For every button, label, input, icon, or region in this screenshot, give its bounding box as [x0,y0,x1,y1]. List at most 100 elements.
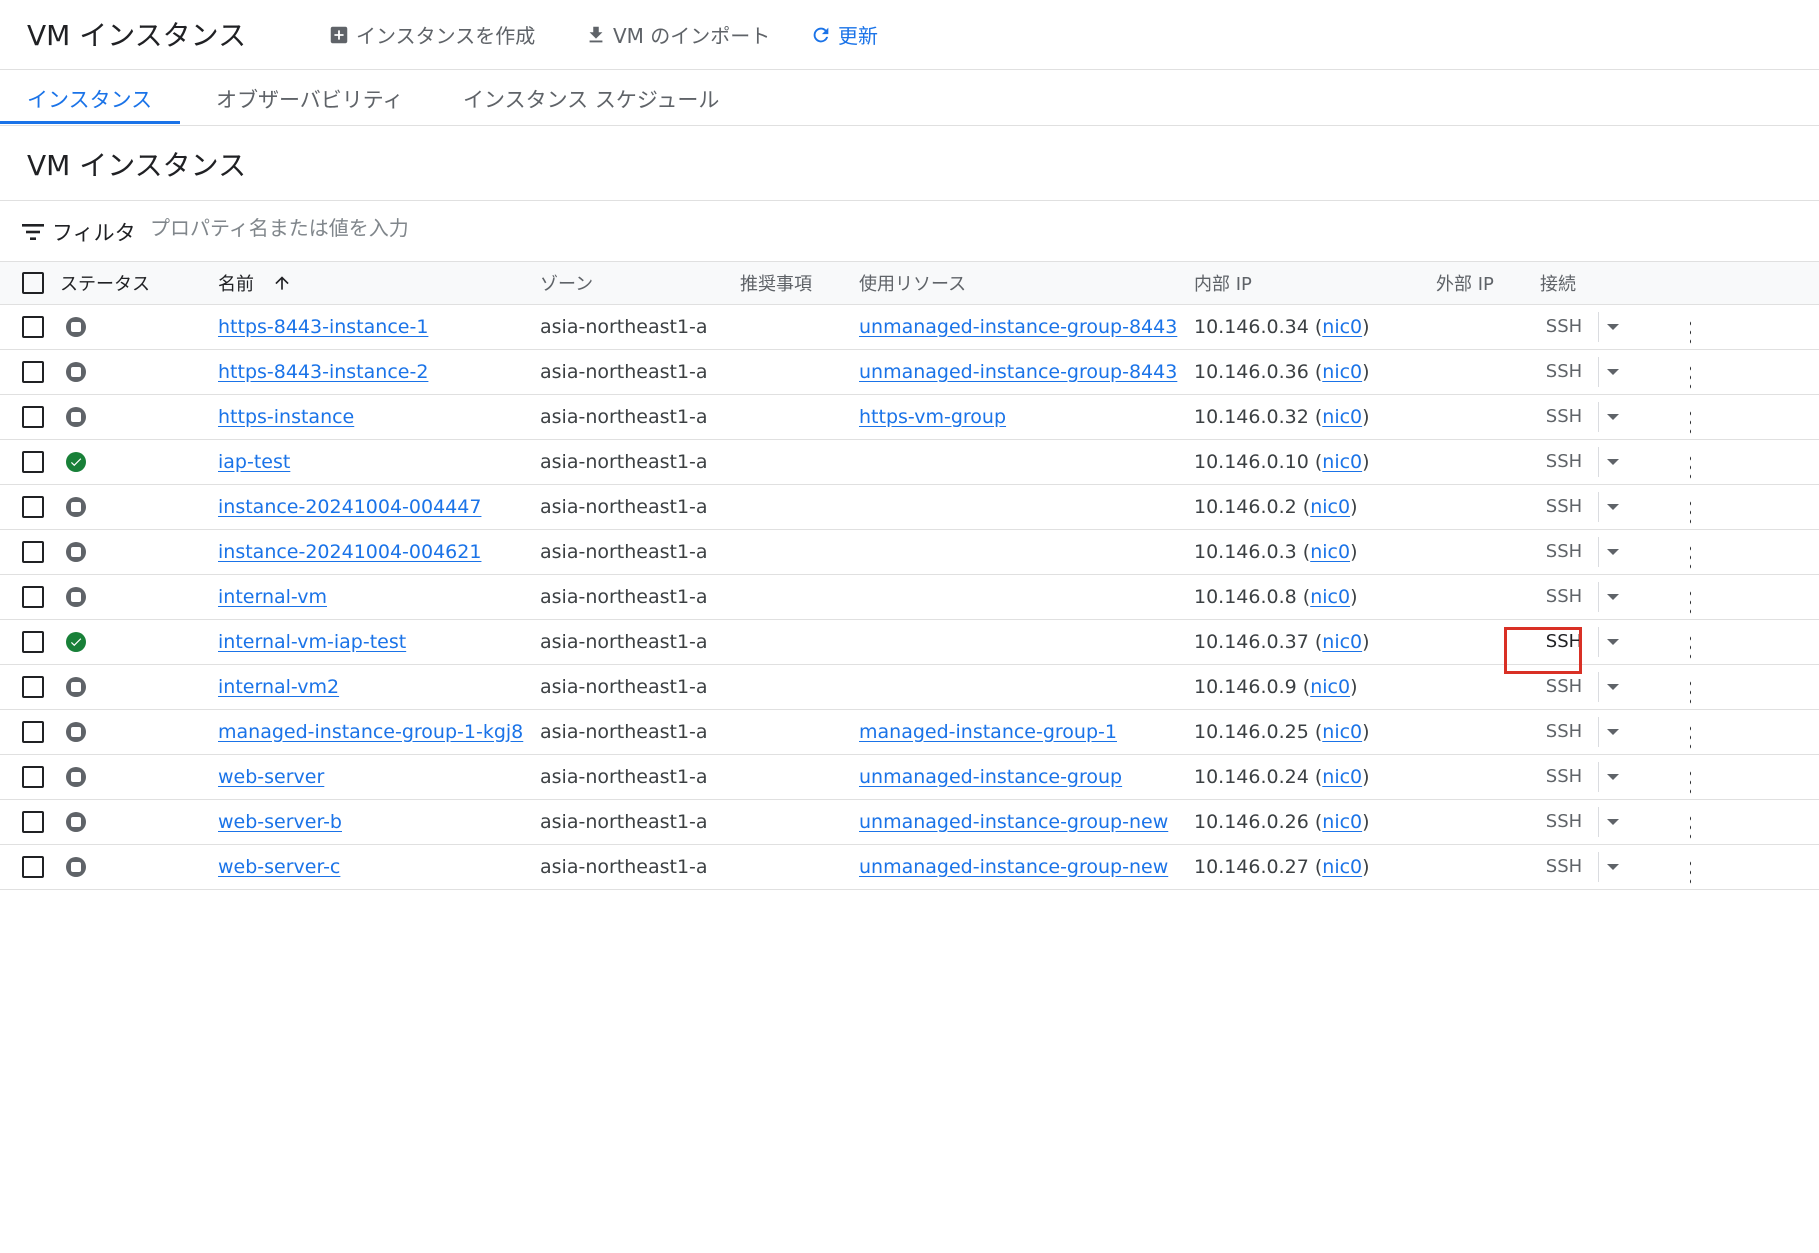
more-actions-icon[interactable] [1690,861,1691,884]
more-actions-icon[interactable] [1690,681,1691,704]
more-actions-icon[interactable] [1690,816,1691,839]
instance-name-link[interactable]: instance-20241004-004447 [218,496,481,518]
internal-ip-value: 10.146.0.36 [1194,360,1309,383]
nic-link[interactable]: nic0 [1310,676,1350,698]
more-actions-icon[interactable] [1690,411,1691,434]
ssh-button[interactable]: SSH [1530,631,1598,652]
instance-name-link[interactable]: https-8443-instance-1 [218,316,428,338]
instance-name-link[interactable]: managed-instance-group-1-kgj8 [218,721,523,743]
more-actions-icon[interactable] [1690,636,1691,659]
column-header-recommendation[interactable]: 推奨事項 [740,262,859,304]
column-header-external-ip[interactable]: 外部 IP [1436,262,1540,304]
ssh-button[interactable]: SSH [1530,811,1598,832]
instance-name-link[interactable]: web-server [218,766,324,788]
ssh-dropdown-icon[interactable] [1607,323,1619,330]
ssh-button[interactable]: SSH [1530,541,1598,562]
instance-name-link[interactable]: web-server-c [218,856,340,878]
ssh-button[interactable]: SSH [1530,676,1598,697]
more-actions-icon[interactable] [1690,321,1691,344]
in-use-by-link[interactable]: unmanaged-instance-group-8443 [859,316,1177,338]
instance-name-link[interactable]: instance-20241004-004621 [218,541,481,563]
ssh-dropdown-icon[interactable] [1607,548,1619,555]
more-actions-icon[interactable] [1690,726,1691,749]
nic-link[interactable]: nic0 [1322,316,1362,338]
instance-name-link[interactable]: internal-vm2 [218,676,339,698]
instance-name-link[interactable]: https-instance [218,406,354,428]
internal-ip-cell: 10.146.0.2 (nic0) [1194,495,1358,518]
recommendation-cell [740,574,859,619]
in-use-by-link[interactable]: unmanaged-instance-group-new [859,811,1168,833]
ssh-dropdown-icon[interactable] [1607,638,1619,645]
more-actions-icon[interactable] [1690,366,1691,389]
more-actions-icon[interactable] [1690,591,1691,614]
nic-link[interactable]: nic0 [1310,541,1350,563]
more-actions-icon[interactable] [1690,771,1691,794]
ssh-button[interactable]: SSH [1530,451,1598,472]
column-header-name[interactable]: 名前 [218,262,540,304]
import-vm-button[interactable]: VM のインポート [585,20,770,49]
more-actions-icon[interactable] [1690,501,1691,524]
active-tab-indicator [0,121,180,124]
in-use-by-link[interactable]: unmanaged-instance-group-8443 [859,361,1177,383]
ssh-divider [1598,491,1599,522]
in-use-by-link[interactable]: unmanaged-instance-group-new [859,856,1168,878]
create-instance-button[interactable]: インスタンスを作成 [328,20,535,49]
status-stopped-icon [66,542,86,562]
nic-link[interactable]: nic0 [1322,451,1362,473]
recommendation-cell [740,439,859,484]
ssh-button[interactable]: SSH [1530,766,1598,787]
recommendation-cell [740,619,859,664]
column-header-status[interactable]: ステータス [60,262,218,304]
ssh-button[interactable]: SSH [1530,721,1598,742]
nic-link[interactable]: nic0 [1322,721,1362,743]
ssh-button[interactable]: SSH [1530,361,1598,382]
instance-name-link[interactable]: iap-test [218,451,290,473]
column-header-in-use-by[interactable]: 使用リソース [859,262,1194,304]
nic-link[interactable]: nic0 [1322,811,1362,833]
internal-ip-value: 10.146.0.25 [1194,720,1309,743]
in-use-by-link[interactable]: https-vm-group [859,406,1006,428]
ssh-dropdown-icon[interactable] [1607,458,1619,465]
ssh-dropdown-icon[interactable] [1607,413,1619,420]
column-header-zone[interactable]: ゾーン [540,262,740,304]
select-all-checkbox[interactable] [22,271,44,294]
refresh-button[interactable]: 更新 [810,20,878,49]
instance-name-link[interactable]: internal-vm-iap-test [218,631,406,653]
nic-link[interactable]: nic0 [1310,586,1350,608]
filter-input[interactable] [148,215,752,241]
zone-cell: asia-northeast1-a [540,675,708,698]
tab-observability[interactable]: オブザーバビリティ [216,84,404,114]
ssh-dropdown-icon[interactable] [1607,773,1619,780]
instance-name-link[interactable]: https-8443-instance-2 [218,361,428,383]
tab-instances[interactable]: インスタンス [27,84,152,114]
ssh-dropdown-icon[interactable] [1607,368,1619,375]
recommendation-cell [740,754,859,799]
nic-link[interactable]: nic0 [1322,631,1362,653]
more-actions-icon[interactable] [1690,546,1691,569]
ssh-dropdown-icon[interactable] [1607,593,1619,600]
instance-name-link[interactable]: web-server-b [218,811,342,833]
ssh-dropdown-icon[interactable] [1607,503,1619,510]
more-actions-icon[interactable] [1690,456,1691,479]
in-use-by-link[interactable]: unmanaged-instance-group [859,766,1122,788]
ssh-button[interactable]: SSH [1530,496,1598,517]
internal-ip-value: 10.146.0.26 [1194,810,1309,833]
ssh-dropdown-icon[interactable] [1607,728,1619,735]
ssh-button[interactable]: SSH [1530,406,1598,427]
ssh-dropdown-icon[interactable] [1607,683,1619,690]
nic-link[interactable]: nic0 [1322,766,1362,788]
tab-instance-schedules[interactable]: インスタンス スケジュール [463,84,719,114]
ssh-dropdown-icon[interactable] [1607,818,1619,825]
nic-link[interactable]: nic0 [1322,856,1362,878]
nic-link[interactable]: nic0 [1322,406,1362,428]
column-header-internal-ip[interactable]: 内部 IP [1194,262,1436,304]
filter-icon[interactable] [22,223,44,241]
instance-name-link[interactable]: internal-vm [218,586,327,608]
ssh-dropdown-icon[interactable] [1607,863,1619,870]
nic-link[interactable]: nic0 [1322,361,1362,383]
ssh-button[interactable]: SSH [1530,316,1598,337]
nic-link[interactable]: nic0 [1310,496,1350,518]
ssh-button[interactable]: SSH [1530,856,1598,877]
in-use-by-link[interactable]: managed-instance-group-1 [859,721,1117,743]
ssh-button[interactable]: SSH [1530,586,1598,607]
